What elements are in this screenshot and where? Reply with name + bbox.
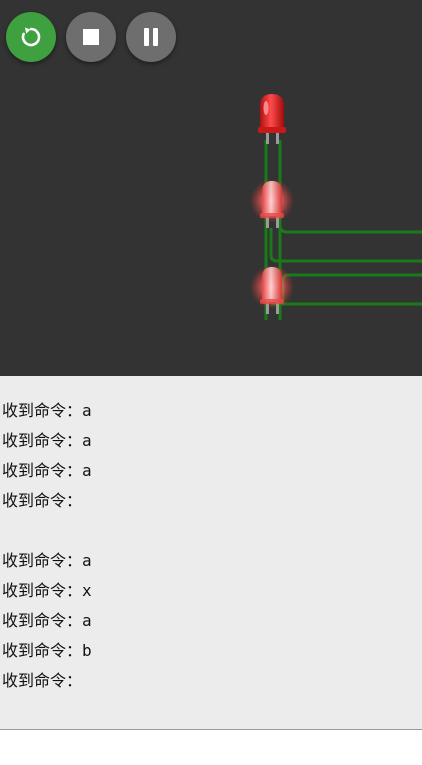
simulation-canvas <box>0 0 422 376</box>
stop-button[interactable] <box>66 12 116 62</box>
pause-button[interactable] <box>126 12 176 62</box>
pause-icon <box>144 28 158 46</box>
led-3[interactable] <box>250 265 294 314</box>
serial-line <box>0 516 422 546</box>
serial-line: 收到命令：a <box>2 431 92 450</box>
led-2[interactable] <box>250 179 294 228</box>
wire-2 <box>278 140 422 234</box>
stop-icon <box>83 29 99 45</box>
serial-line: 收到命令： <box>2 671 83 690</box>
serial-line: 收到命令：a <box>2 401 92 420</box>
led-1[interactable] <box>258 94 286 144</box>
restart-icon <box>21 27 41 47</box>
serial-line: 收到命令：x <box>2 581 92 600</box>
restart-button[interactable] <box>6 12 56 62</box>
serial-monitor[interactable]: 收到命令：a 收到命令：a 收到命令：a 收到命令： 收到命令：a 收到命令：x… <box>0 376 422 730</box>
circuit-diagram <box>250 94 422 320</box>
serial-line: 收到命令： <box>2 491 83 510</box>
serial-line: 收到命令：a <box>2 551 92 570</box>
wire-5 <box>281 273 422 300</box>
serial-line: 收到命令：a <box>2 461 92 480</box>
serial-line: 收到命令：a <box>2 611 92 630</box>
serial-line: 收到命令：b <box>2 641 92 660</box>
